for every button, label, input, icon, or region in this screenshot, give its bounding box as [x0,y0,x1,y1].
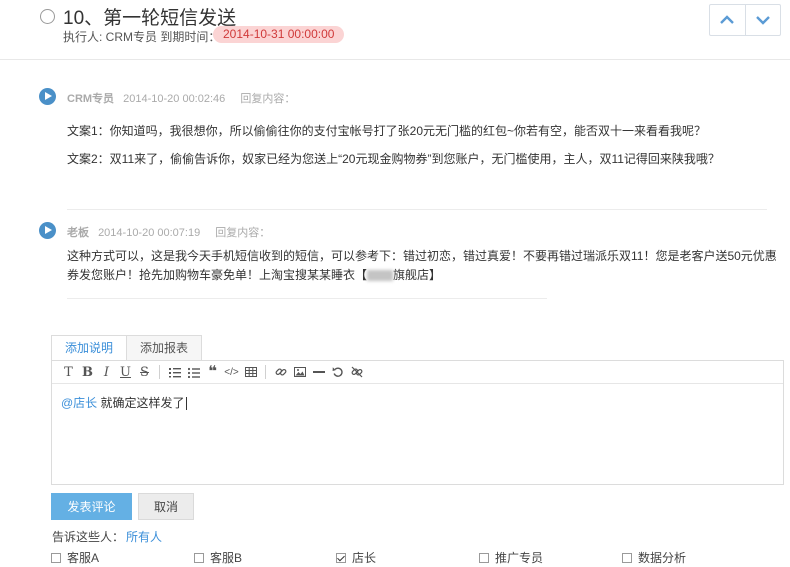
task-complete-checkbox[interactable] [40,9,55,24]
comment-time: 2014-10-20 00:02:46 [123,93,226,105]
code-icon[interactable]: </> [223,363,240,381]
chevron-up-icon [720,15,735,24]
reply-label: 回复内容： [240,93,296,105]
person-checkbox[interactable] [479,552,489,563]
link-icon[interactable] [272,363,289,381]
task-nav-group [709,4,781,36]
tab-add-description[interactable]: 添加说明 [51,335,128,361]
next-task-button[interactable] [744,5,780,35]
submit-comment-button[interactable]: 发表评论 [51,493,132,520]
play-icon[interactable] [39,88,56,105]
previous-task-button[interactable] [710,5,745,35]
comment-text-segment: 旗舰店】 [393,268,442,282]
person-name: 客服B [210,551,243,565]
comment-text-line: 这种方式可以，这是我今天手机短信收到的短信，可以参考下：错过初恋，错过真爱！不要… [67,249,777,263]
person-checkbox[interactable] [51,552,61,563]
strikethrough-icon[interactable]: S [136,363,153,381]
ordered-list-icon[interactable] [166,363,183,381]
notify-person-option[interactable]: 客服B [194,549,242,566]
editor-toolbar: T B I U S ❝ </> [52,361,783,384]
cancel-button[interactable]: 取消 [138,493,194,520]
bold-icon[interactable]: B [79,363,96,381]
person-name: 推广专员 [495,551,544,565]
toolbar-separator [159,365,160,379]
notify-person-option[interactable]: 数据分析 [622,549,686,566]
comment-text-line: 文案2：双11来了，偷偷告诉你，奴家已经为您送上“20元现金购物券”到您账户，无… [67,152,720,166]
text-format-icon[interactable]: T [60,363,77,381]
task-title: 10、第一轮短信发送 [63,8,237,29]
chevron-down-icon [756,16,770,25]
person-checkbox[interactable] [622,552,632,563]
person-checkbox-checked[interactable] [336,552,346,563]
toolbar-separator [265,365,266,379]
italic-icon[interactable]: I [98,363,115,381]
comment-author: CRM专员 [67,93,115,105]
notify-person-option[interactable]: 推广专员 [479,549,543,566]
notify-all-link[interactable]: 所有人 [126,528,162,545]
notify-person-option[interactable]: 店长 [336,549,376,566]
person-name: 店长 [352,551,377,565]
editor-text: 就确定这样发了 [97,396,185,410]
comment-meta: 老板 2014-10-20 00:07:19 回复内容： [67,224,270,240]
reply-label: 回复内容： [215,227,271,239]
person-checkbox[interactable] [194,552,204,563]
comment-divider [67,209,767,210]
comment-text-line: 文案1：你知道吗，我很想你，所以偷偷往你的支付宝帐号打了张20元无门槛的红包~你… [67,124,707,138]
task-header: 10、第一轮短信发送 执行人: CRM专员 到期时间： 2014-10-31 0… [0,0,790,60]
person-name: 客服A [67,551,100,565]
notify-label: 告诉这些人： [52,530,125,544]
deadline-badge: 2014-10-31 00:00:00 [213,26,345,43]
image-icon[interactable] [291,363,308,381]
horizontal-rule-icon[interactable] [310,363,327,381]
comment-author: 老板 [67,227,89,239]
unordered-list-icon[interactable] [185,363,202,381]
text-cursor [185,397,187,411]
play-icon[interactable] [39,222,56,239]
comment-text-line: 券发您账户！抢先加购物车豪免单！上淘宝搜某某睡衣【 旗舰店】 [67,266,441,283]
unlink-icon[interactable] [348,363,365,381]
table-icon[interactable] [242,363,259,381]
comment-divider [67,298,547,299]
quote-icon[interactable]: ❝ [204,363,221,381]
task-meta: 执行人: CRM专员 到期时间： [63,30,221,44]
redacted-text [367,270,394,282]
comment-meta: CRM专员 2014-10-20 00:02:46 回复内容： [67,90,295,106]
comment-editor: T B I U S ❝ </> @店长 就确定这样发了 [51,360,784,485]
editor-input[interactable]: @店长 就确定这样发了 [52,384,783,421]
comment-text-segment: 券发您账户！抢先加购物车豪免单！上淘宝搜某某睡衣【 [67,268,368,282]
undo-icon[interactable] [329,363,346,381]
mention-tag: @店长 [61,396,98,410]
editor-tabs: 添加说明 添加报表 [51,335,203,361]
person-name: 数据分析 [638,551,687,565]
comment-time: 2014-10-20 00:07:19 [98,227,201,239]
underline-icon[interactable]: U [117,363,134,381]
tab-add-report[interactable]: 添加报表 [127,335,203,361]
notify-person-option[interactable]: 客服A [51,549,99,566]
